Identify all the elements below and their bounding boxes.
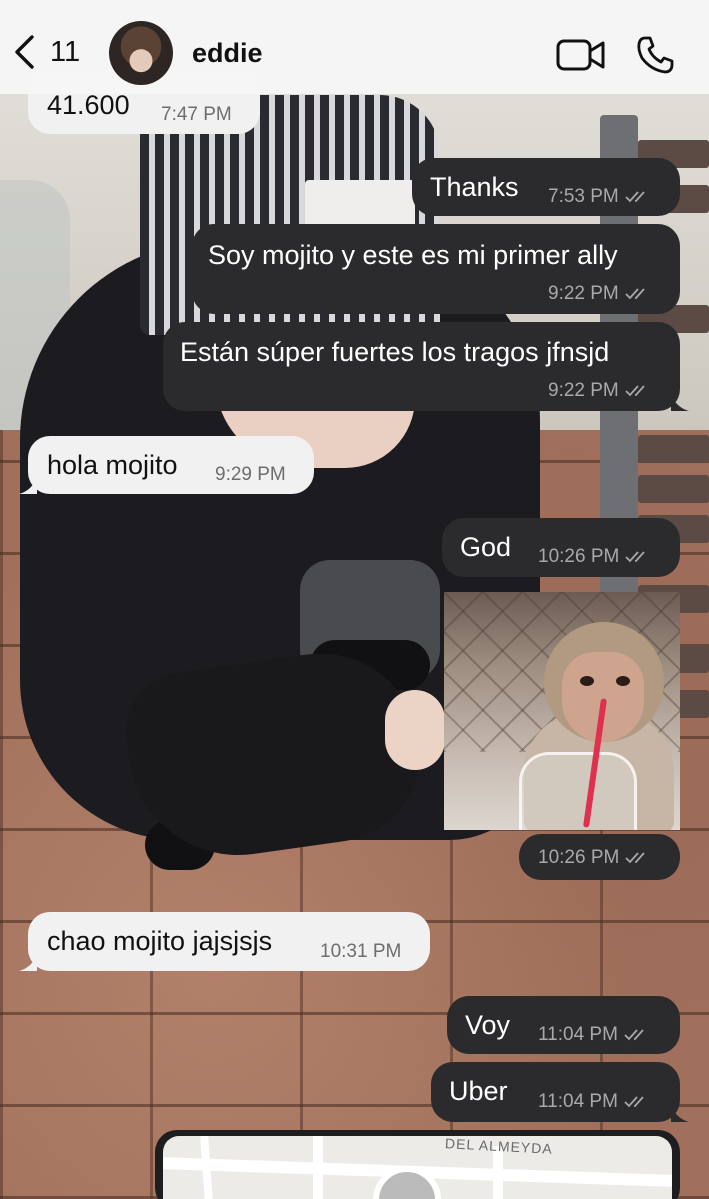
message-meta: 9:29 PM [215, 464, 286, 486]
phone-icon [637, 36, 674, 74]
message-text: hola mojito [47, 450, 178, 480]
double-check-icon [625, 288, 645, 300]
message-meta: 10:26 PM [538, 847, 651, 869]
message-list[interactable]: 41.600 7:47 PM Thanks 7:53 PM Soy mojito… [0, 0, 709, 1199]
message-text: God [460, 532, 512, 562]
message-time: 7:47 PM [161, 104, 232, 126]
message-time: 9:29 PM [215, 464, 286, 485]
location-map[interactable]: DEL ALMEYDA [163, 1136, 672, 1199]
double-check-icon [625, 551, 646, 563]
message-meta: 10:26 PM [538, 546, 651, 568]
video-call-button[interactable] [556, 38, 606, 72]
message-text: Están súper fuertes los tragos jfnsjd [180, 337, 610, 367]
message-bubble-outgoing[interactable]: Uber 11:04 PM [431, 1062, 689, 1122]
message-location-card[interactable]: DEL ALMEYDA [155, 1130, 680, 1199]
contact-avatar[interactable] [109, 21, 173, 85]
message-time-text: 7:47 PM [161, 104, 232, 125]
message-time: 7:53 PM [548, 186, 619, 207]
chevron-left-icon [15, 35, 34, 69]
image-timestamp-pill: 10:26 PM [519, 834, 680, 880]
back-button[interactable]: 11 [12, 34, 80, 70]
message-meta: 7:53 PM [548, 186, 651, 208]
double-check-icon [625, 191, 645, 203]
message-meta: 9:22 PM [548, 380, 651, 402]
map-street-label: DEL ALMEYDA [444, 1136, 554, 1157]
video-camera-icon [556, 39, 605, 71]
message-text: 41.600 [47, 90, 130, 120]
message-bubble-outgoing[interactable]: Voy 11:04 PM [447, 996, 680, 1054]
chat-header: 11 eddie [0, 0, 709, 94]
message-time: 11:04 PM [538, 1091, 618, 1112]
message-text: chao mojito jajsjsjs [47, 926, 273, 956]
double-check-icon [624, 1029, 644, 1041]
double-check-icon [624, 1096, 644, 1108]
message-meta: 9:22 PM [548, 283, 651, 305]
message-text: Voy [465, 1010, 511, 1040]
message-bubble-incoming[interactable]: chao mojito jajsjsjs 10:31 PM [19, 912, 430, 971]
image-monkey-eye [580, 676, 594, 686]
message-image-monkey[interactable] [444, 592, 680, 830]
message-time: 11:04 PM [538, 1024, 618, 1045]
image-monkey-eye [616, 676, 630, 686]
bubble-tail [671, 1104, 689, 1122]
image-glass [519, 752, 637, 830]
message-text: Uber [449, 1076, 508, 1106]
message-meta: 11:04 PM [538, 1091, 650, 1113]
message-time: 9:22 PM [548, 283, 619, 304]
image-monkey-face [562, 652, 644, 742]
voice-call-button[interactable] [636, 35, 676, 75]
message-time: 9:22 PM [548, 380, 619, 401]
message-text: Thanks [430, 172, 519, 202]
double-check-icon [625, 385, 645, 397]
message-time: 10:26 PM [538, 847, 620, 868]
message-bubble-outgoing[interactable]: Thanks 7:53 PM [412, 158, 680, 216]
unread-count: 11 [50, 35, 81, 68]
message-text: Soy mojito y este es mi primer ally [208, 240, 618, 270]
bubble-tail [19, 953, 37, 971]
message-bubble-outgoing[interactable]: God 10:26 PM [442, 518, 680, 577]
message-meta: 11:04 PM [538, 1024, 650, 1046]
double-check-icon [625, 852, 646, 864]
message-time: 10:31 PM [320, 941, 402, 962]
message-time: 10:26 PM [538, 546, 620, 567]
bubble-tail [671, 393, 689, 411]
message-bubble-outgoing[interactable]: Soy mojito y este es mi primer ally 9:22… [192, 224, 680, 314]
contact-name[interactable]: eddie [192, 38, 263, 69]
bubble-tail [19, 476, 37, 494]
map-road [313, 1136, 323, 1199]
message-bubble-outgoing[interactable]: Están súper fuertes los tragos jfnsjd 9:… [163, 322, 689, 411]
message-meta: 10:31 PM [320, 941, 401, 963]
message-bubble-incoming[interactable]: hola mojito 9:29 PM [19, 436, 314, 494]
